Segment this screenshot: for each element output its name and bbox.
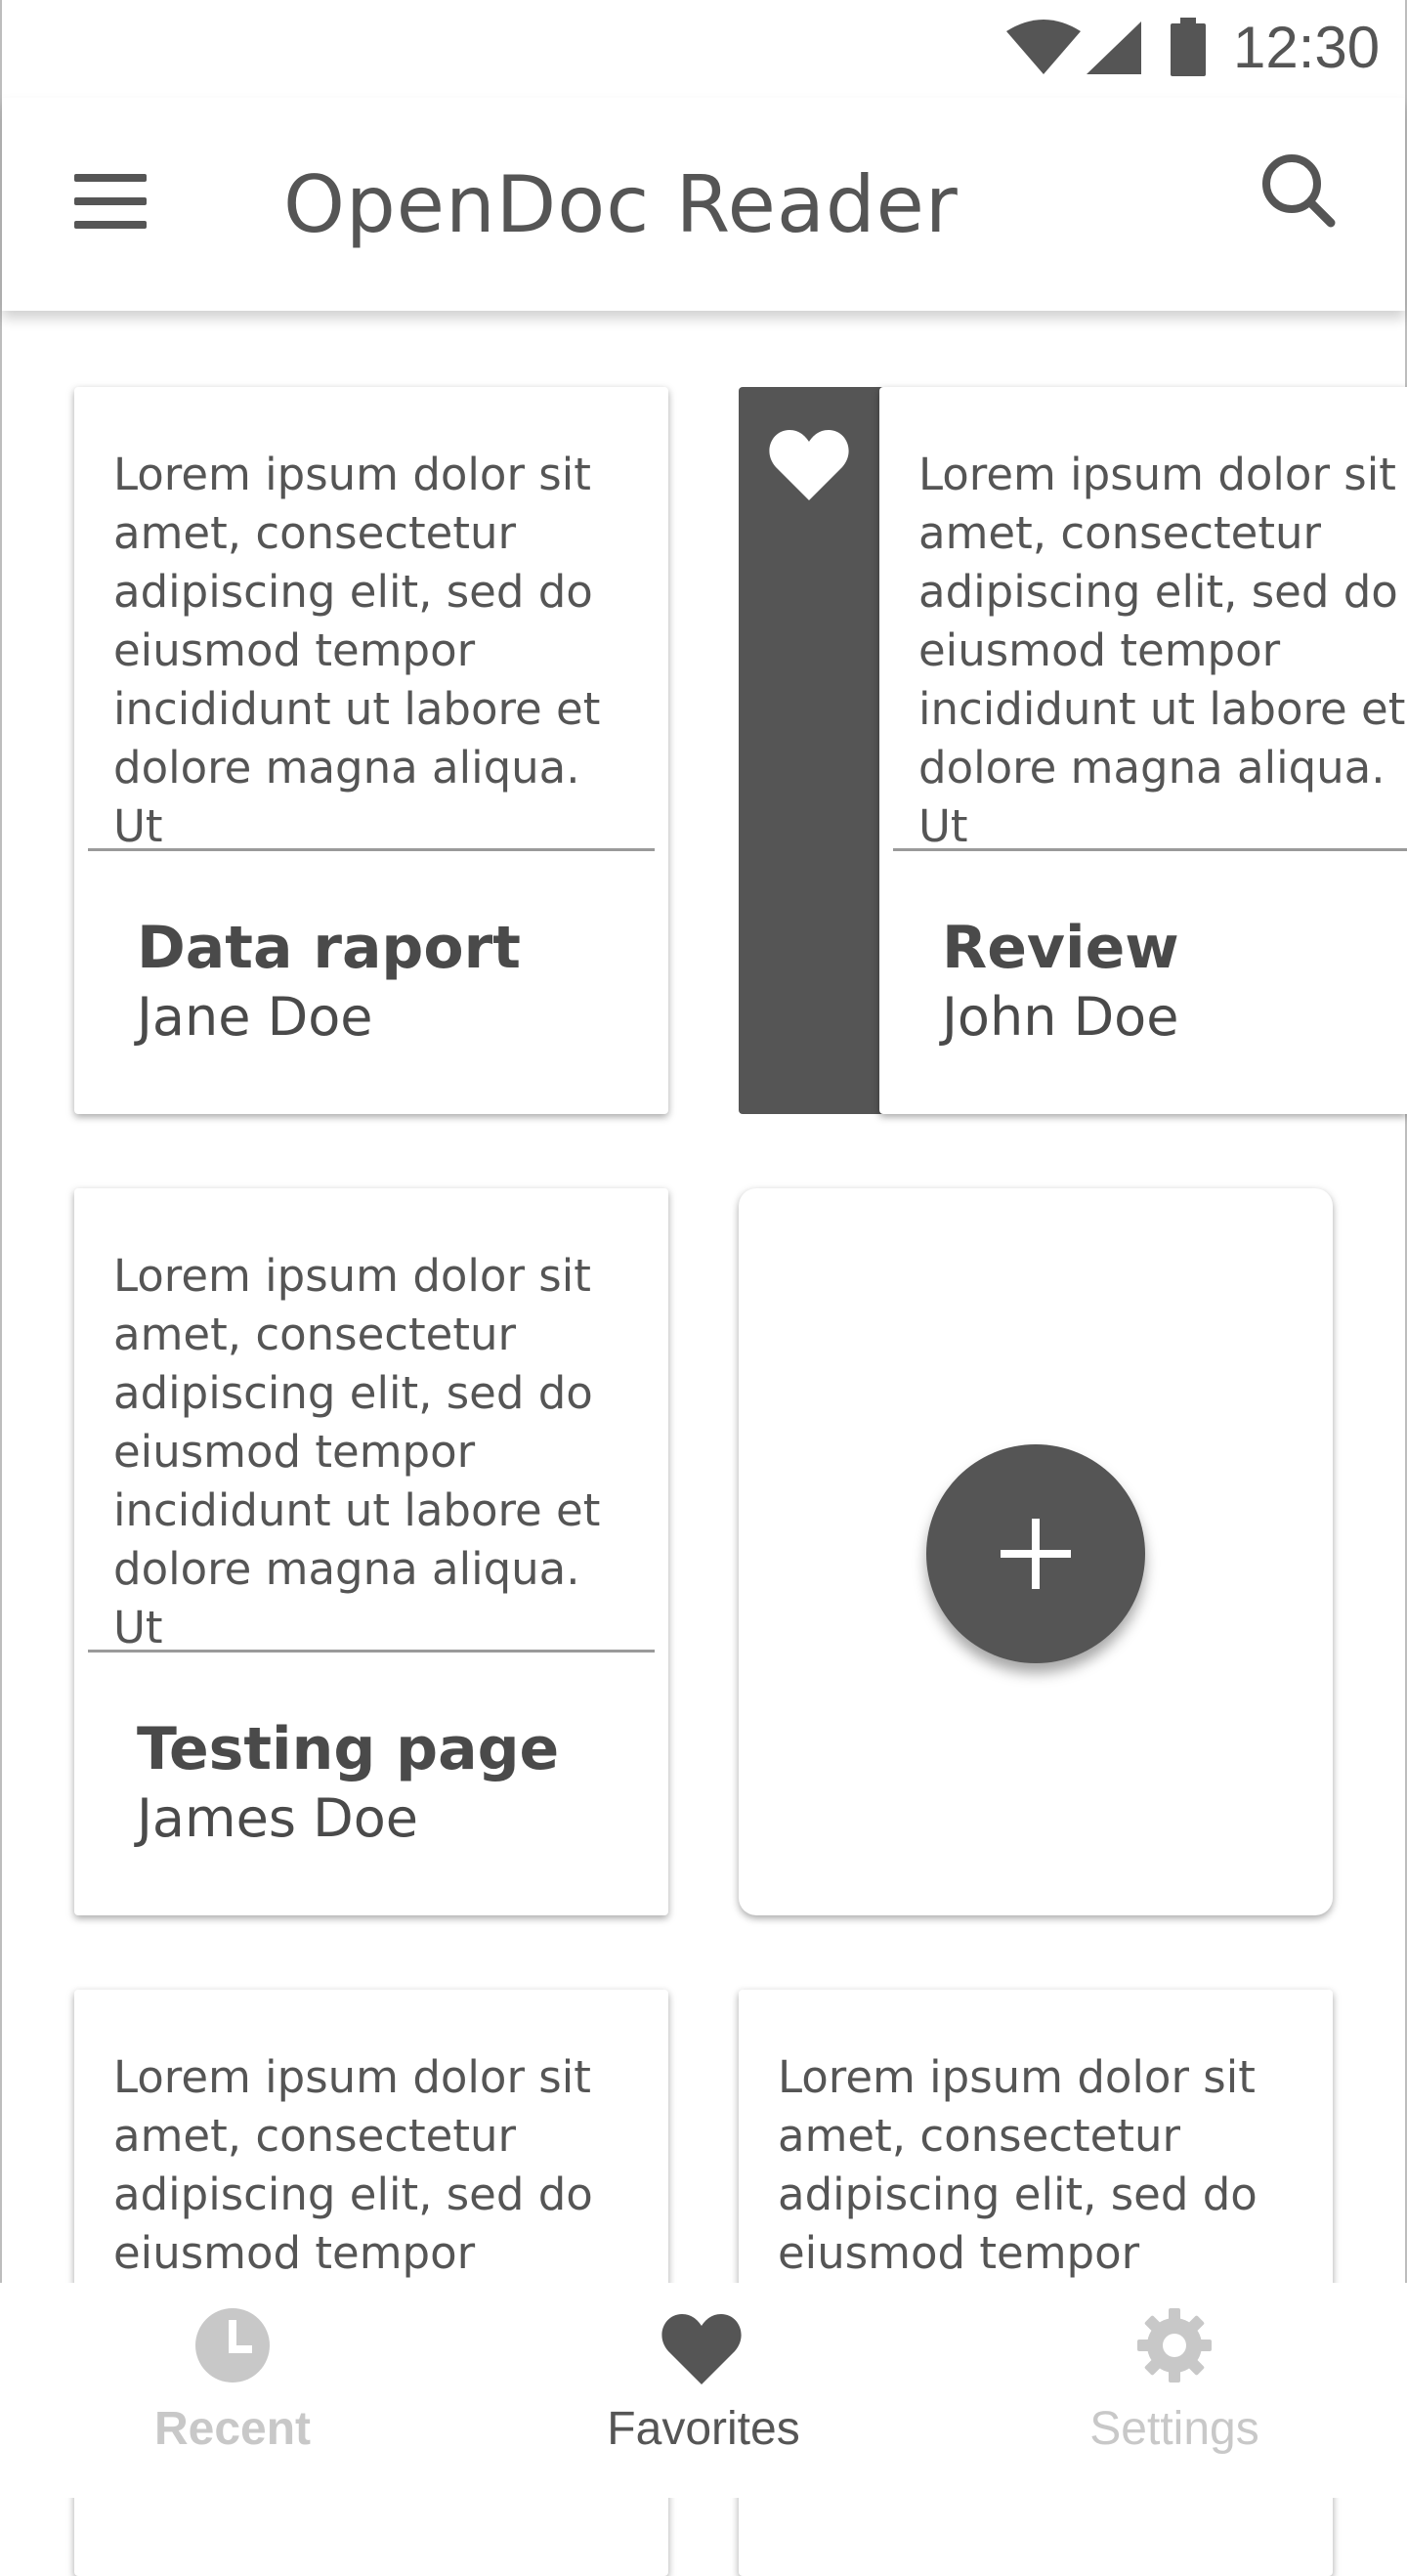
card-excerpt: Lorem ipsum dolor sit amet, consectetur …: [918, 449, 1406, 852]
nav-item-recent[interactable]: Recent: [57, 2283, 408, 2498]
clock-icon: [195, 2308, 270, 2383]
menu-icon[interactable]: [74, 174, 147, 229]
gear-icon: [1137, 2308, 1212, 2383]
nav-label-settings: Settings: [1089, 2403, 1259, 2455]
nav-item-settings[interactable]: Settings: [999, 2283, 1350, 2498]
plus-icon: [1001, 1519, 1071, 1589]
card-divider: [88, 848, 655, 851]
nav-label-recent: Recent: [153, 2403, 312, 2455]
nav-label-favorites: Favorites: [607, 2403, 800, 2455]
search-icon[interactable]: [1258, 150, 1337, 229]
nav-item-favorites[interactable]: Favorites: [528, 2283, 879, 2498]
card-author: John Doe: [942, 986, 1179, 1048]
page-title: OpenDoc Reader: [283, 159, 959, 250]
card-title: Data raport: [137, 914, 521, 982]
favorite-action-strip[interactable]: [739, 387, 895, 1114]
document-card[interactable]: Lorem ipsum dolor sit amet, consectetur …: [879, 387, 1407, 1114]
card-excerpt: Lorem ipsum dolor sit amet, consectetur …: [113, 449, 601, 852]
card-title: Review: [942, 914, 1179, 982]
screen-left-edge: [0, 0, 2, 2498]
card-divider: [893, 848, 1407, 851]
cell-signal-icon: [1087, 21, 1141, 74]
document-card[interactable]: Lorem ipsum dolor sit amet, consectetur …: [74, 387, 668, 1114]
battery-icon: [1171, 18, 1206, 76]
card-author: James Doe: [137, 1787, 418, 1849]
card-excerpt: Lorem ipsum dolor sit amet, consectetur …: [113, 2051, 593, 2279]
add-document-button[interactable]: [926, 1444, 1145, 1663]
card-divider: [88, 1650, 655, 1653]
bottom-navigation: Recent Favorites Settings: [0, 2283, 1407, 2498]
heart-icon: [661, 2314, 742, 2384]
app-bar: OpenDoc Reader: [2, 98, 1405, 311]
card-author: Jane Doe: [137, 986, 373, 1048]
wifi-icon: [1006, 20, 1081, 74]
card-excerpt: Lorem ipsum dolor sit amet, consectetur …: [113, 1250, 601, 1653]
status-bar: 12:30: [0, 0, 1407, 98]
document-card[interactable]: Lorem ipsum dolor sit amet, consectetur …: [74, 1188, 668, 1915]
status-time: 12:30: [1233, 15, 1381, 80]
card-excerpt: Lorem ipsum dolor sit amet, consectetur …: [778, 2051, 1258, 2279]
heart-icon: [769, 430, 849, 500]
add-document-card: [739, 1188, 1333, 1915]
card-title: Testing page: [137, 1715, 560, 1783]
